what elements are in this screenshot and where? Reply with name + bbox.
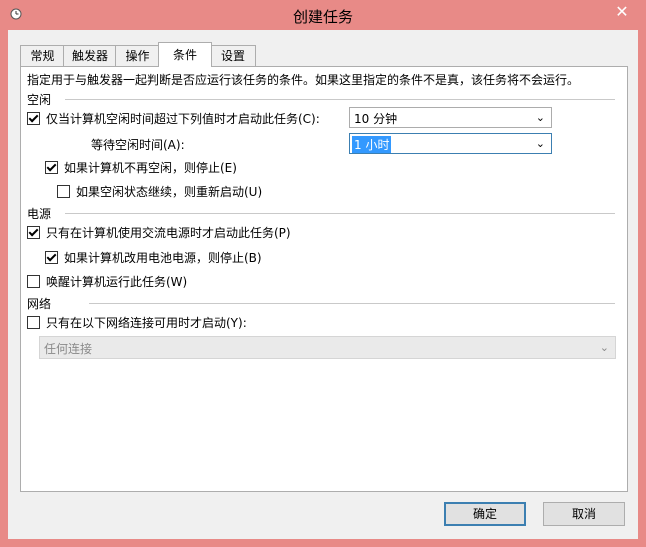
network-connection-select[interactable]: 任何连接 ⌄	[39, 336, 616, 359]
divider	[89, 303, 615, 304]
tab-triggers[interactable]: 触发器	[63, 45, 117, 66]
start-if-idle-checkbox[interactable]: 仅当计算机空闲时间超过下列值时才启动此任务(C):	[27, 110, 320, 127]
tab-settings[interactable]: 设置	[210, 45, 256, 66]
checkbox-box[interactable]	[27, 112, 40, 125]
checkbox-box[interactable]	[45, 251, 58, 264]
tab-conditions[interactable]: 条件	[158, 42, 212, 67]
divider	[65, 213, 615, 214]
stop-if-not-idle-checkbox[interactable]: 如果计算机不再空闲，则停止(E)	[45, 159, 237, 176]
divider	[65, 99, 615, 100]
wait-duration-select[interactable]: 1 小时 ⌄	[349, 133, 552, 154]
checkbox-box[interactable]	[57, 185, 70, 198]
create-task-window: 创建任务 ✕ 常规 触发器 操作 条件 设置 指定用于与触发器一起判断是否应运行…	[0, 0, 646, 547]
wake-computer-checkbox[interactable]: 唤醒计算机运行此任务(W)	[27, 273, 187, 290]
checkbox-box[interactable]	[27, 275, 40, 288]
tab-general[interactable]: 常规	[20, 45, 65, 66]
checkbox-box[interactable]	[27, 316, 40, 329]
checkbox-box[interactable]	[45, 161, 58, 174]
checkbox-box[interactable]	[27, 226, 40, 239]
chevron-down-icon: ⌄	[535, 111, 545, 124]
conditions-panel: 指定用于与触发器一起判断是否应运行该任务的条件。如果这里指定的条件不是真，该任务…	[20, 66, 628, 492]
wait-idle-label: 等待空闲时间(A):	[91, 138, 185, 152]
restart-if-idle-checkbox[interactable]: 如果空闲状态继续，则重新启动(U)	[57, 183, 262, 200]
idle-duration-select[interactable]: 10 分钟 ⌄	[349, 107, 552, 128]
close-button[interactable]: ✕	[608, 2, 636, 22]
section-idle: 空闲	[27, 93, 52, 107]
section-power: 电源	[27, 207, 52, 221]
start-if-network-checkbox[interactable]: 只有在以下网络连接可用时才启动(Y):	[27, 314, 247, 331]
close-icon: ✕	[615, 2, 629, 21]
tab-actions[interactable]: 操作	[115, 45, 160, 66]
intro-text: 指定用于与触发器一起判断是否应运行该任务的条件。如果这里指定的条件不是真，该任务…	[27, 73, 580, 87]
cancel-button[interactable]: 取消	[543, 502, 625, 526]
ok-button[interactable]: 确定	[444, 502, 526, 526]
chevron-down-icon: ⌄	[535, 137, 545, 150]
section-network: 网络	[27, 297, 52, 311]
chevron-down-icon: ⌄	[599, 341, 609, 354]
stop-on-battery-checkbox[interactable]: 如果计算机改用电池电源，则停止(B)	[45, 249, 262, 266]
start-on-ac-checkbox[interactable]: 只有在计算机使用交流电源时才启动此任务(P)	[27, 224, 291, 241]
window-title: 创建任务	[292, 8, 353, 26]
title-bar[interactable]: 创建任务 ✕	[0, 0, 646, 30]
dialog-client: 常规 触发器 操作 条件 设置 指定用于与触发器一起判断是否应运行该任务的条件。…	[8, 30, 638, 539]
